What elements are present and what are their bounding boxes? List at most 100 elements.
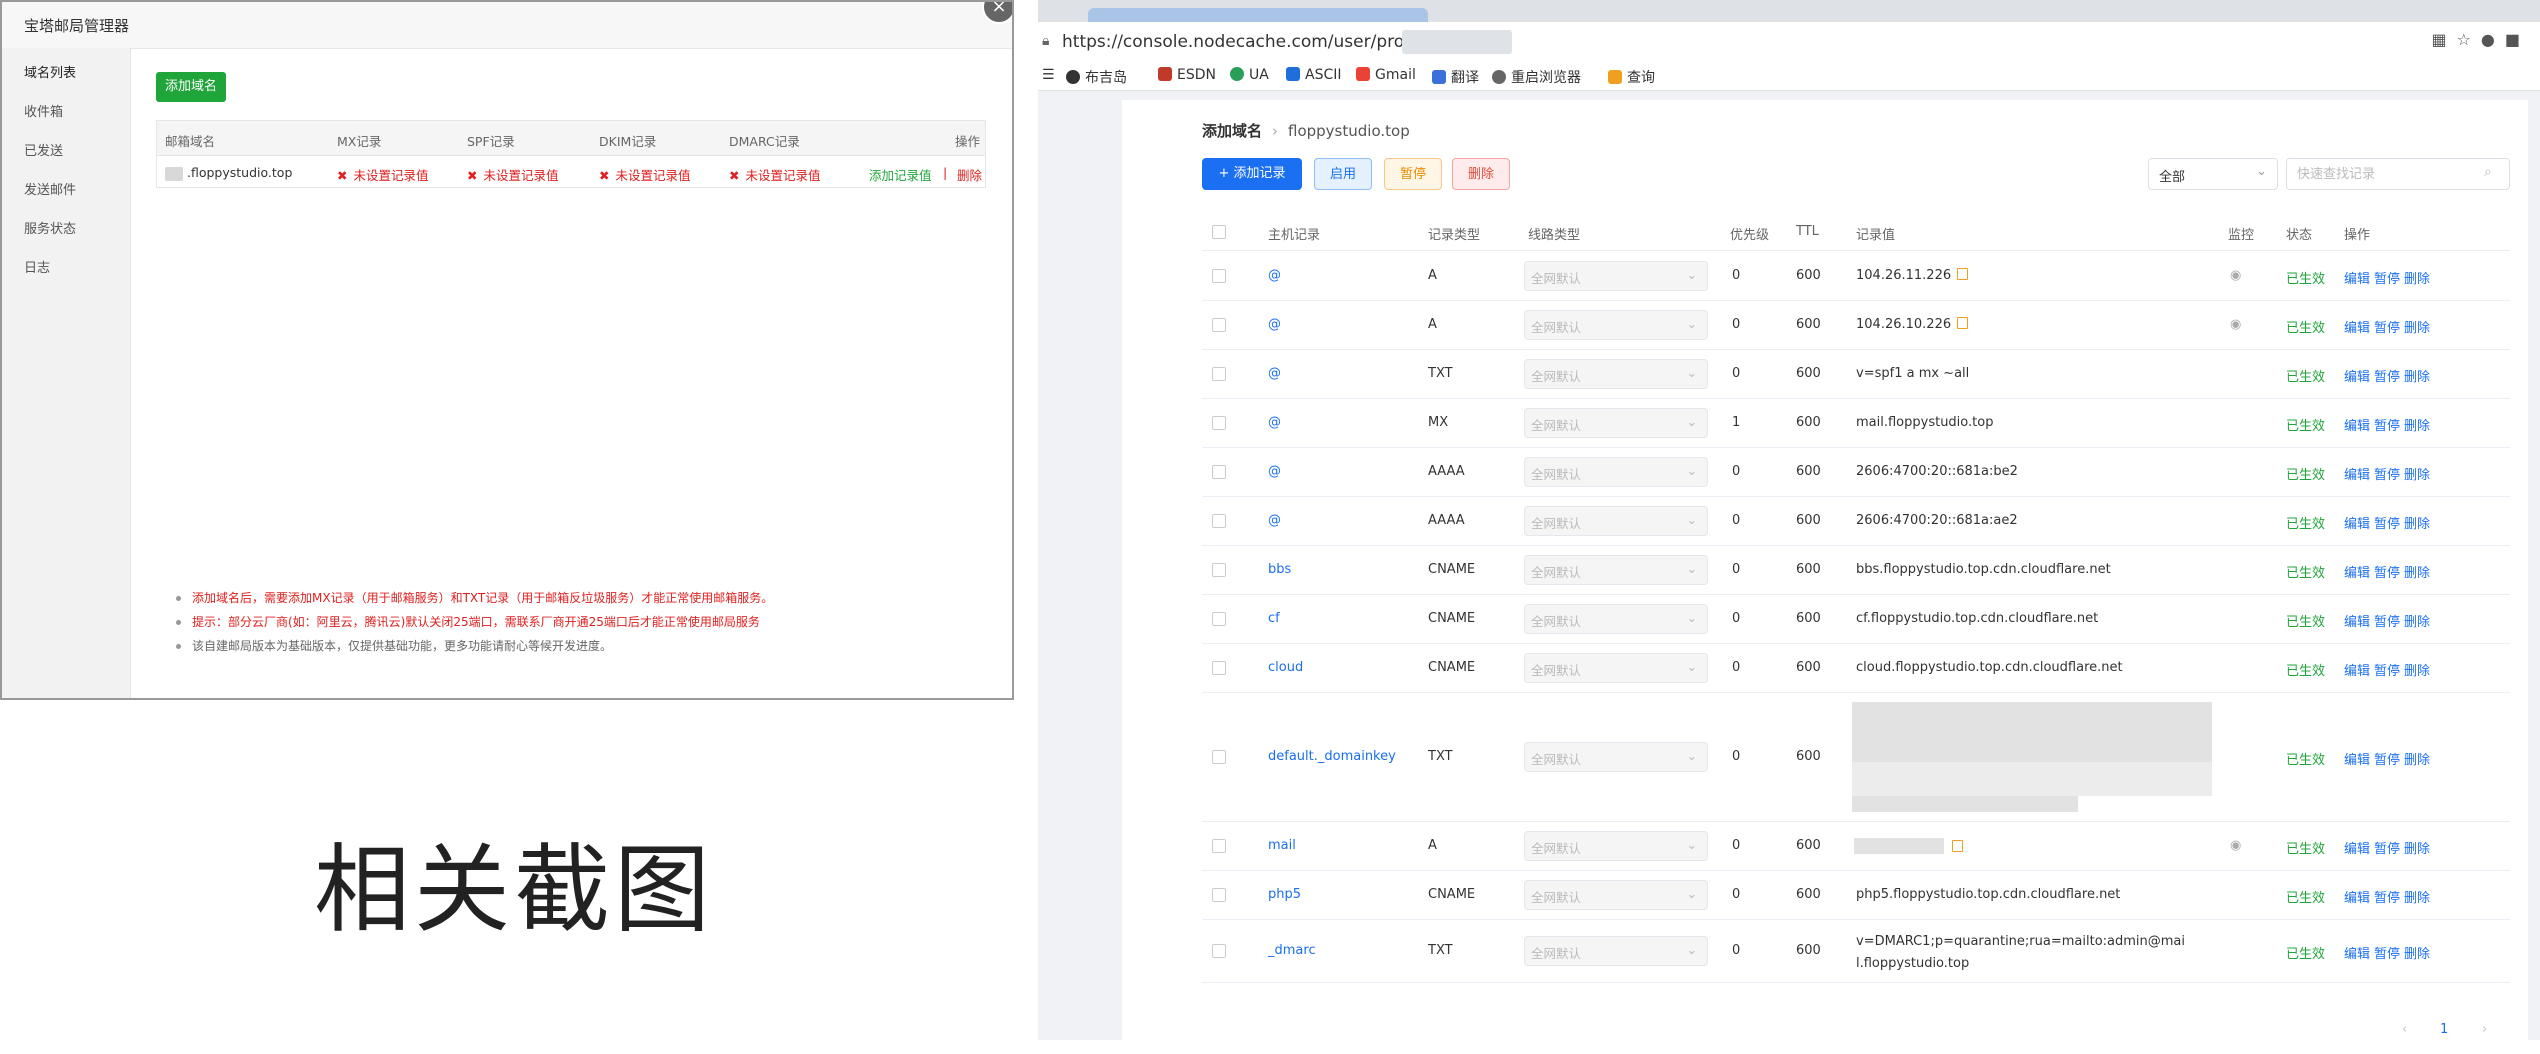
pagination-next[interactable]: ›: [2482, 1022, 2487, 1037]
pause-link[interactable]: 暂停: [2374, 366, 2400, 385]
line-type-select[interactable]: 全网默认 ⌄: [1524, 506, 1708, 536]
edit-link[interactable]: 编辑: [2344, 415, 2370, 434]
delete-link[interactable]: 删除: [2404, 749, 2430, 768]
edit-link[interactable]: 编辑: [2344, 838, 2370, 857]
monitor-eye-icon[interactable]: ◉: [2230, 268, 2241, 283]
pause-link[interactable]: 暂停: [2374, 887, 2400, 906]
delete-button[interactable]: 删除: [1452, 158, 1510, 190]
sidebar-item-sent[interactable]: 已发送: [24, 140, 63, 159]
delete-link[interactable]: 删除: [2404, 887, 2430, 906]
delete-link[interactable]: 删除: [2404, 838, 2430, 857]
pause-link[interactable]: 暂停: [2374, 838, 2400, 857]
record-host[interactable]: @: [1268, 268, 1281, 283]
add-record-link[interactable]: 添加记录值: [869, 165, 932, 184]
edit-link[interactable]: 编辑: [2344, 366, 2370, 385]
line-type-select[interactable]: 全网默认 ⌄: [1524, 653, 1708, 683]
info-tag-icon[interactable]: [1957, 317, 1969, 329]
toolbar-icons[interactable]: ▦☆●■: [2431, 30, 2530, 49]
pause-link[interactable]: 暂停: [2374, 943, 2400, 962]
bookmark-item[interactable]: 布吉岛: [1066, 67, 1127, 87]
qr-icon[interactable]: ▦: [2431, 30, 2456, 49]
pause-link[interactable]: 暂停: [2374, 611, 2400, 630]
edit-link[interactable]: 编辑: [2344, 513, 2370, 532]
edit-link[interactable]: 编辑: [2344, 611, 2370, 630]
row-checkbox[interactable]: [1212, 750, 1226, 764]
search-icon[interactable]: ⌕: [2484, 164, 2492, 180]
pause-link[interactable]: 暂停: [2374, 464, 2400, 483]
monitor-eye-icon[interactable]: ◉: [2230, 317, 2241, 332]
bookmark-item[interactable]: Gmail: [1356, 67, 1416, 83]
record-host[interactable]: @: [1268, 415, 1281, 430]
delete-link[interactable]: 删除: [2404, 562, 2430, 581]
sidebar-item-inbox[interactable]: 收件箱: [24, 101, 63, 120]
bookmark-item[interactable]: ESDN: [1158, 67, 1216, 83]
line-type-select[interactable]: 全网默认 ⌄: [1524, 880, 1708, 910]
record-host[interactable]: @: [1268, 366, 1281, 381]
line-type-select[interactable]: 全网默认 ⌄: [1524, 936, 1708, 966]
search-input[interactable]: [2286, 158, 2510, 190]
edit-link[interactable]: 编辑: [2344, 943, 2370, 962]
info-tag-icon[interactable]: [1952, 840, 1963, 852]
select-all-checkbox[interactable]: [1212, 225, 1226, 239]
sidebar-item-logs[interactable]: 日志: [24, 257, 50, 276]
edit-link[interactable]: 编辑: [2344, 749, 2370, 768]
line-type-select[interactable]: 全网默认 ⌄: [1524, 742, 1708, 772]
record-host[interactable]: @: [1268, 317, 1281, 332]
delete-link[interactable]: 删除: [2404, 415, 2430, 434]
row-checkbox[interactable]: [1212, 416, 1226, 430]
bookmark-item[interactable]: UA: [1230, 67, 1269, 83]
edit-link[interactable]: 编辑: [2344, 464, 2370, 483]
line-type-select[interactable]: 全网默认 ⌄: [1524, 604, 1708, 634]
record-host[interactable]: mail: [1268, 838, 1296, 853]
row-checkbox[interactable]: [1212, 465, 1226, 479]
delete-link[interactable]: 删除: [2404, 513, 2430, 532]
record-host[interactable]: default._domainkey: [1268, 749, 1396, 764]
pagination-page[interactable]: 1: [2440, 1022, 2448, 1037]
line-type-select[interactable]: 全网默认 ⌄: [1524, 831, 1708, 861]
pause-link[interactable]: 暂停: [2374, 660, 2400, 679]
active-tab[interactable]: [1088, 8, 1428, 22]
row-checkbox[interactable]: [1212, 839, 1226, 853]
line-type-select[interactable]: 全网默认 ⌄: [1524, 408, 1708, 438]
row-checkbox[interactable]: [1212, 318, 1226, 332]
delete-link[interactable]: 删除: [2404, 317, 2430, 336]
info-tag-icon[interactable]: [1957, 268, 1969, 280]
add-record-button[interactable]: + 添加记录: [1202, 158, 1302, 190]
row-checkbox[interactable]: [1212, 661, 1226, 675]
filter-select[interactable]: 全部 ⌄: [2148, 158, 2278, 190]
pause-link[interactable]: 暂停: [2374, 268, 2400, 287]
row-checkbox[interactable]: [1212, 944, 1226, 958]
line-type-select[interactable]: 全网默认 ⌄: [1524, 359, 1708, 389]
pause-link[interactable]: 暂停: [2374, 415, 2400, 434]
row-checkbox[interactable]: [1212, 563, 1226, 577]
edit-link[interactable]: 编辑: [2344, 317, 2370, 336]
row-checkbox[interactable]: [1212, 514, 1226, 528]
pause-button[interactable]: 暂停: [1384, 158, 1442, 190]
extension-icon[interactable]: ●: [2481, 30, 2505, 49]
apps-icon[interactable]: ☰: [1042, 67, 1055, 83]
record-host[interactable]: @: [1268, 513, 1281, 528]
extension-icon[interactable]: ■: [2505, 30, 2530, 49]
pause-link[interactable]: 暂停: [2374, 749, 2400, 768]
edit-link[interactable]: 编辑: [2344, 887, 2370, 906]
line-type-select[interactable]: 全网默认 ⌄: [1524, 457, 1708, 487]
bookmark-item[interactable]: ASCII: [1286, 67, 1342, 83]
bookmark-item[interactable]: 查询: [1608, 67, 1655, 87]
enable-button[interactable]: 启用: [1314, 158, 1372, 190]
edit-link[interactable]: 编辑: [2344, 268, 2370, 287]
sidebar-item-service-status[interactable]: 服务状态: [24, 218, 76, 237]
record-host[interactable]: _dmarc: [1268, 943, 1316, 958]
pause-link[interactable]: 暂停: [2374, 317, 2400, 336]
star-icon[interactable]: ☆: [2457, 30, 2481, 49]
monitor-eye-icon[interactable]: ◉: [2230, 838, 2241, 853]
sidebar-item-domain-list[interactable]: 域名列表: [24, 62, 76, 81]
record-host[interactable]: bbs: [1268, 562, 1291, 577]
delete-domain-link[interactable]: 删除: [957, 165, 982, 184]
row-checkbox[interactable]: [1212, 612, 1226, 626]
bookmark-item[interactable]: 翻译: [1432, 67, 1479, 87]
row-checkbox[interactable]: [1212, 367, 1226, 381]
delete-link[interactable]: 删除: [2404, 464, 2430, 483]
row-checkbox[interactable]: [1212, 888, 1226, 902]
pause-link[interactable]: 暂停: [2374, 562, 2400, 581]
row-checkbox[interactable]: [1212, 269, 1226, 283]
